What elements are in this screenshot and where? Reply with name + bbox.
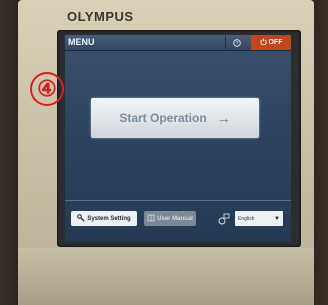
power-off-button[interactable]: OFF [251, 35, 291, 50]
bottom-divider [65, 200, 291, 201]
device-stand [18, 248, 314, 305]
language-select[interactable]: English ▼ [235, 211, 283, 226]
language-value: English [238, 215, 255, 222]
language-icon [218, 211, 232, 226]
menu-title: MENU [68, 37, 95, 47]
help-icon: ? [233, 37, 241, 47]
system-setting-button[interactable]: System Setting [71, 211, 137, 226]
touch-screen: MENU ? OFF Start Operation → System Sett… [65, 35, 291, 242]
brand-logo: OLYMPUS [67, 9, 134, 24]
power-icon [259, 38, 267, 47]
start-operation-button[interactable]: Start Operation → [91, 98, 259, 138]
help-button[interactable]: ? [225, 36, 248, 49]
chevron-down-icon: ▼ [274, 215, 280, 222]
top-bar: MENU ? OFF [65, 35, 291, 51]
arrow-right-icon: → [216, 110, 231, 126]
step-marker: ④ [30, 72, 64, 106]
book-icon [147, 214, 155, 224]
power-off-label: OFF [268, 39, 283, 46]
start-operation-label: Start Operation [119, 111, 207, 125]
user-manual-button[interactable]: User Manual [144, 211, 196, 226]
system-setting-label: System Setting [87, 215, 131, 222]
svg-text:?: ? [236, 41, 239, 47]
wrench-icon [77, 213, 85, 224]
user-manual-label: User Manual [157, 215, 193, 222]
